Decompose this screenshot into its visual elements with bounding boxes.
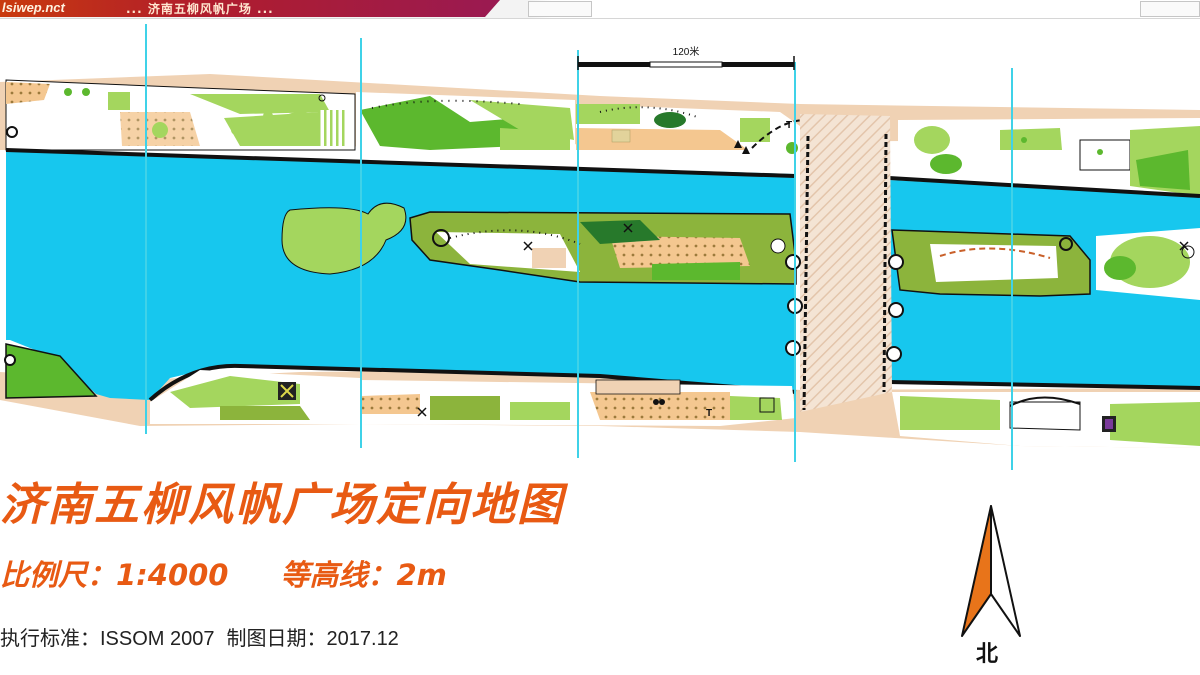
map-metadata: 执行标准：ISSOM 2007 制图日期：2017.12 bbox=[0, 622, 399, 651]
central-island-east bbox=[891, 228, 1200, 300]
banner-subtitle: ... 济南五柳风帆广场 ... bbox=[126, 2, 274, 16]
scale-bar-label: 120米 bbox=[673, 45, 700, 58]
standard-label: 执行标准：ISSOM 2007 bbox=[0, 628, 215, 650]
window-tab-button[interactable] bbox=[528, 1, 592, 17]
scale-info: 比例尺：1:4000 等高线：2m bbox=[0, 552, 447, 594]
boulder-icon: T bbox=[786, 120, 792, 131]
date-label: 制图日期：2017.12 bbox=[226, 628, 399, 650]
top-bar: lsiwep.nct ... 济南五柳风帆广场 ... bbox=[0, 0, 1200, 19]
top-banner: lsiwep.nct ... 济南五柳风帆广场 ... bbox=[0, 0, 500, 17]
scale-bar: 120米 bbox=[577, 45, 795, 70]
north-arrow-icon bbox=[961, 505, 1021, 637]
svg-text:T: T bbox=[706, 408, 712, 419]
map-title: 济南五柳风帆广场定向地图 bbox=[0, 478, 565, 531]
brand-text: lsiwep.nct bbox=[2, 0, 65, 15]
orienteering-map: T T 120米 bbox=[0, 24, 1200, 470]
scale-label: 比例尺：1:4000 bbox=[0, 558, 229, 592]
svg-text:T: T bbox=[786, 120, 792, 131]
window-control-button[interactable] bbox=[1140, 1, 1200, 17]
boulder-icon: T bbox=[706, 408, 712, 419]
contour-label: 等高线：2m bbox=[280, 558, 447, 592]
north-label: 北 bbox=[976, 642, 999, 667]
bridge bbox=[800, 114, 892, 412]
